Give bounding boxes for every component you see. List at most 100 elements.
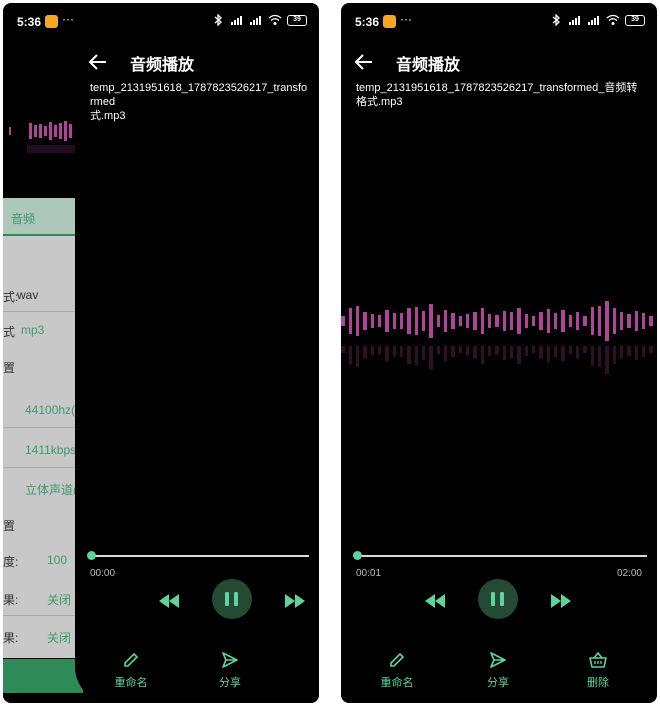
waveform-reflection bbox=[415, 346, 418, 366]
rename-label: 重命名 bbox=[114, 677, 148, 689]
waveform-reflection bbox=[591, 346, 594, 366]
waveform-reflection bbox=[554, 346, 557, 358]
seek-thumb[interactable] bbox=[353, 551, 362, 560]
file-name: temp_2131951618_1787823526217_transforme… bbox=[356, 82, 638, 108]
bluetooth-icon bbox=[214, 14, 222, 26]
waveform-bar bbox=[488, 314, 491, 328]
waveform-reflection bbox=[349, 346, 352, 365]
seek-thumb[interactable] bbox=[87, 551, 96, 560]
rewind-icon[interactable] bbox=[423, 592, 447, 610]
waveform-bar bbox=[385, 310, 389, 332]
waveform-bar bbox=[503, 311, 506, 331]
waveform-bar bbox=[627, 314, 631, 328]
waveform-bar bbox=[371, 314, 374, 328]
row-label: 果: bbox=[3, 593, 19, 607]
pause-button[interactable] bbox=[212, 579, 252, 619]
row-value[interactable]: mp3 bbox=[21, 323, 44, 337]
app-notification-icon bbox=[45, 15, 58, 28]
waveform-bar bbox=[635, 311, 638, 331]
waveform-bar bbox=[561, 310, 565, 332]
audio-player-sheet: 音频播放 temp_2131951618_1787823526217_trans… bbox=[75, 3, 319, 703]
signal-icon bbox=[569, 16, 580, 25]
waveform-reflection bbox=[495, 346, 499, 355]
confirm-button[interactable] bbox=[3, 659, 83, 693]
waveform-reflection bbox=[444, 346, 447, 362]
basket-icon bbox=[589, 651, 607, 668]
waveform-reflection bbox=[385, 346, 389, 362]
waveform-bar bbox=[363, 312, 367, 330]
row-value[interactable]: wav bbox=[17, 288, 38, 302]
row-value[interactable]: 关闭 bbox=[47, 629, 71, 646]
waveform-reflection bbox=[356, 346, 359, 367]
phone-screen-left: 5:36 ··· 39 音频 式: wav 式 mp3 置 44100hz(1… bbox=[3, 3, 319, 703]
waveform-reflection bbox=[437, 346, 440, 355]
share-button[interactable]: 分享 bbox=[200, 651, 260, 690]
delete-label: 删除 bbox=[587, 677, 609, 689]
tab-audio[interactable]: 音频 bbox=[3, 198, 83, 236]
share-label: 分享 bbox=[487, 677, 509, 689]
seek-bar[interactable] bbox=[353, 551, 647, 561]
waveform-bar bbox=[583, 316, 587, 326]
share-button[interactable]: 分享 bbox=[468, 651, 528, 690]
signal-icon-2 bbox=[588, 16, 599, 25]
waveform-reflection bbox=[488, 346, 491, 356]
waveform-reflection bbox=[561, 346, 565, 362]
seek-track[interactable] bbox=[356, 555, 647, 557]
waveform-reflection bbox=[400, 346, 403, 358]
waveform-reflection bbox=[466, 346, 469, 356]
waveform-reflection bbox=[459, 346, 462, 353]
waveform-reflection bbox=[532, 346, 535, 353]
waveform-bar bbox=[415, 307, 418, 335]
row-value[interactable]: 关闭 bbox=[47, 591, 71, 608]
back-arrow-icon[interactable] bbox=[353, 51, 375, 73]
action-bar: 重命名 分享 删除 bbox=[341, 651, 657, 695]
waveform-reflection bbox=[481, 346, 484, 365]
back-arrow-icon[interactable] bbox=[87, 51, 109, 73]
fast-forward-icon[interactable] bbox=[283, 592, 307, 610]
row-value[interactable]: 100 bbox=[47, 553, 67, 567]
divider bbox=[3, 311, 83, 312]
section-label: 置 bbox=[3, 361, 16, 375]
waveform-bar bbox=[429, 304, 433, 338]
waveform-reflection bbox=[649, 346, 653, 353]
action-bar: 重命名 分享 bbox=[75, 651, 319, 695]
row-value[interactable]: 立体声道( bbox=[25, 481, 77, 498]
total-time: 02:00 bbox=[616, 568, 642, 579]
row-label: 度: bbox=[3, 555, 19, 569]
seek-track[interactable] bbox=[90, 555, 309, 557]
waveform-reflection bbox=[627, 346, 631, 356]
page-title: 音频播放 bbox=[396, 57, 461, 74]
row-value[interactable]: 1411kbps( bbox=[25, 443, 80, 457]
rename-button[interactable]: 重命名 bbox=[367, 651, 427, 690]
waveform-bar bbox=[620, 312, 623, 330]
waveform-bar bbox=[437, 315, 440, 327]
delete-button[interactable]: 删除 bbox=[568, 651, 628, 690]
row-value[interactable]: 44100hz( bbox=[25, 403, 75, 417]
pause-icon-bar bbox=[500, 592, 504, 606]
wifi-icon bbox=[268, 14, 282, 25]
pause-button[interactable] bbox=[478, 579, 518, 619]
status-bar: 5:36 ··· 39 bbox=[341, 3, 657, 41]
rewind-icon[interactable] bbox=[157, 592, 181, 610]
waveform-reflection bbox=[451, 346, 455, 358]
waveform-reflection bbox=[510, 346, 513, 359]
waveform-reflection bbox=[635, 346, 638, 360]
current-time: 00:01 bbox=[356, 568, 382, 579]
waveform-bar bbox=[532, 316, 535, 326]
waveform-bar bbox=[539, 312, 543, 330]
rename-button[interactable]: 重命名 bbox=[101, 651, 161, 690]
waveform-bar bbox=[591, 307, 594, 335]
fast-forward-icon[interactable] bbox=[549, 592, 573, 610]
share-label: 分享 bbox=[219, 677, 241, 689]
wifi-icon bbox=[606, 14, 620, 25]
divider bbox=[3, 467, 83, 468]
waveform-reflection bbox=[576, 346, 579, 359]
app-bar: 音频播放 bbox=[341, 47, 657, 77]
playback-controls bbox=[75, 579, 319, 623]
seek-bar[interactable] bbox=[87, 551, 309, 561]
waveform-reflection bbox=[429, 346, 433, 370]
waveform-bar bbox=[444, 310, 447, 332]
waveform-reflection bbox=[363, 346, 367, 359]
divider bbox=[3, 615, 83, 616]
waveform-bar bbox=[605, 301, 609, 341]
